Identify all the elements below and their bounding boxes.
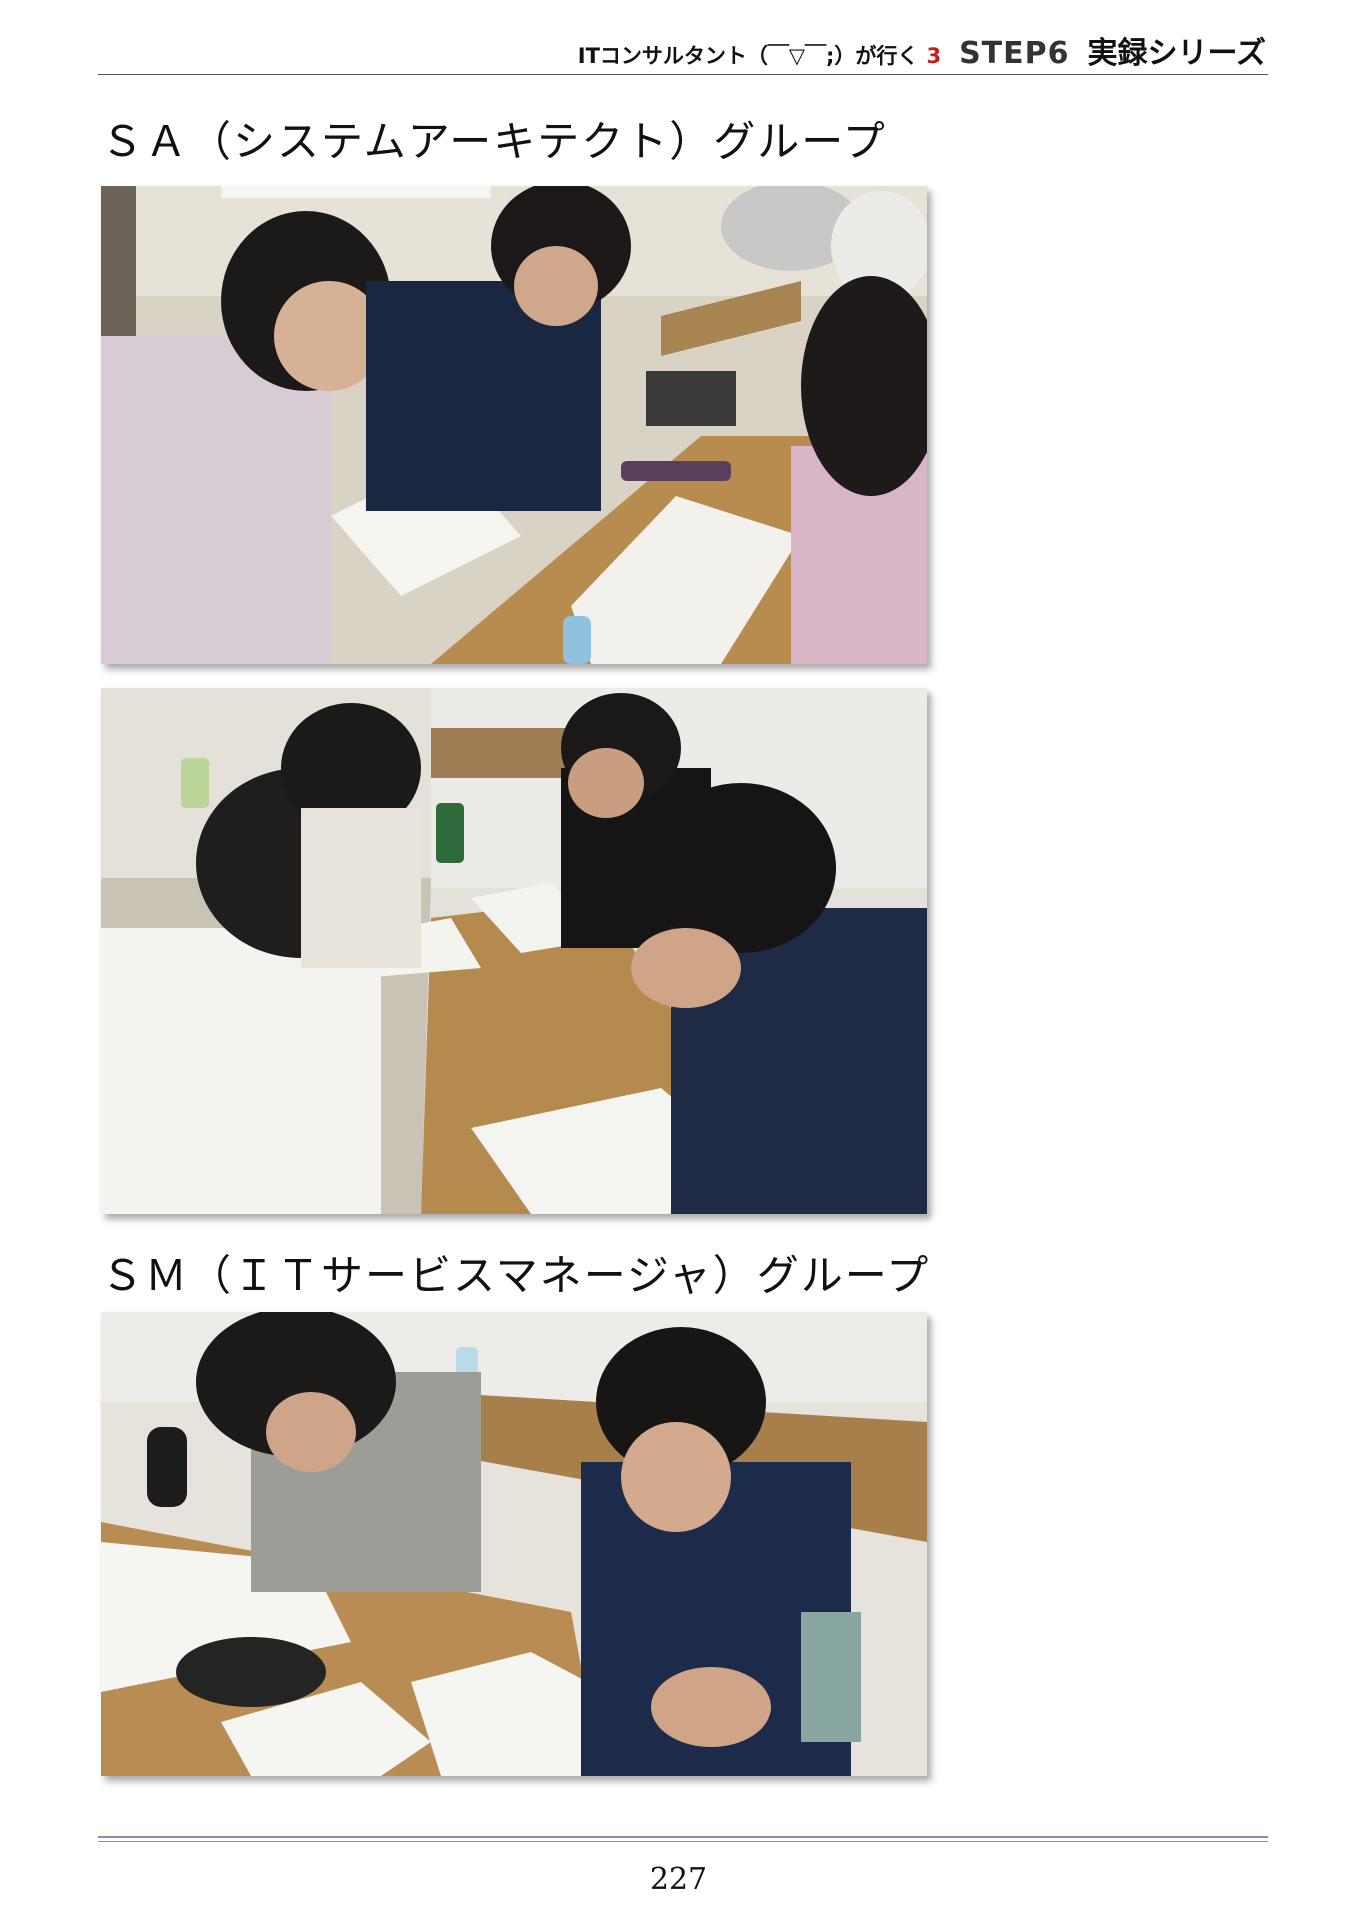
header-step-label: STEP6 bbox=[959, 36, 1070, 71]
page-number: 227 bbox=[649, 1862, 708, 1897]
header-volume-number: 3 bbox=[926, 44, 942, 68]
footer-divider bbox=[98, 1836, 1268, 1838]
header-book-title: ITコンサルタント（￣▽￣;）が行く bbox=[577, 44, 919, 68]
header-divider bbox=[98, 74, 1268, 75]
photo-sm-group-writing bbox=[101, 1312, 927, 1776]
running-header: ITコンサルタント（￣▽￣;）が行く 3 STEP6 実録シリーズ bbox=[98, 28, 1266, 74]
photo-sa-group-writing bbox=[101, 688, 927, 1214]
footer-divider-thin bbox=[98, 1841, 1268, 1842]
section-title-sm-group: ＳＭ（ＩＴサービスマネージャ）グループ bbox=[101, 1251, 931, 1300]
photo-sa-group-discussion bbox=[101, 186, 927, 664]
section-title-sa-group: ＳＡ（システムアーキテクト）グループ bbox=[101, 117, 887, 166]
header-series-label: 実録シリーズ bbox=[1087, 36, 1267, 71]
